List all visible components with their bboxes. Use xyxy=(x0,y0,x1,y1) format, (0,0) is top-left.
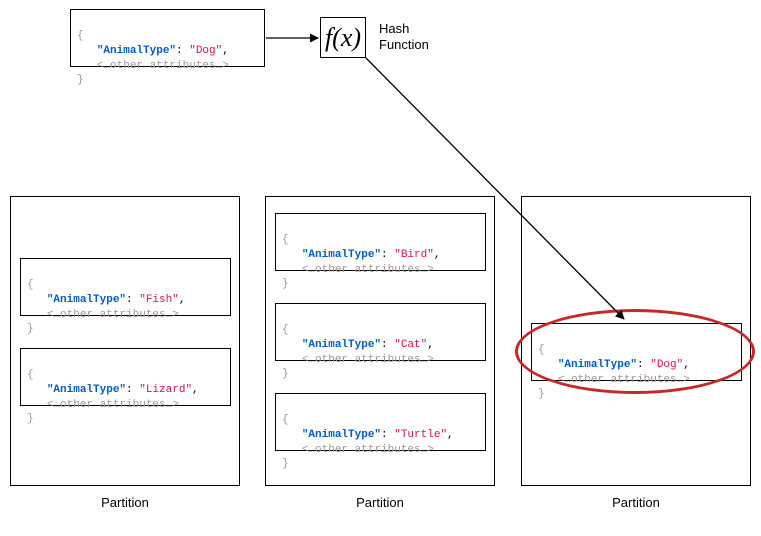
partition-3-label: Partition xyxy=(521,495,751,510)
input-key: "AnimalType" xyxy=(97,45,176,57)
highlight-ellipse xyxy=(515,309,755,394)
record-value: "Lizard" xyxy=(139,384,192,396)
partition-2: { "AnimalType": "Bird", <…other attribut… xyxy=(265,196,495,486)
input-record: { "AnimalType": "Dog", <…other attribute… xyxy=(70,9,265,67)
diagram-root: { "AnimalType": "Dog", <…other attribute… xyxy=(0,0,761,536)
input-other: <…other attributes…> xyxy=(97,60,229,72)
record-key: "AnimalType" xyxy=(302,249,381,261)
record-bird: { "AnimalType": "Bird", <…other attribut… xyxy=(275,213,486,271)
partition-1: { "AnimalType": "Fish", <…other attribut… xyxy=(10,196,240,486)
record-other: <…other attributes…> xyxy=(302,264,434,276)
record-other: <…other attributes…> xyxy=(47,399,179,411)
brace-open: { xyxy=(77,30,84,42)
record-value: "Turtle" xyxy=(394,429,447,441)
record-fish: { "AnimalType": "Fish", <…other attribut… xyxy=(20,258,231,316)
partition-2-label: Partition xyxy=(265,495,495,510)
record-key: "AnimalType" xyxy=(47,294,126,306)
record-key: "AnimalType" xyxy=(302,429,381,441)
record-other: <…other attributes…> xyxy=(302,444,434,456)
record-value: "Cat" xyxy=(394,339,427,351)
record-key: "AnimalType" xyxy=(302,339,381,351)
partition-1-label: Partition xyxy=(10,495,240,510)
record-turtle: { "AnimalType": "Turtle", <…other attrib… xyxy=(275,393,486,451)
record-value: "Fish" xyxy=(139,294,179,306)
hash-function-label: Hash Function xyxy=(379,21,439,52)
input-value: "Dog" xyxy=(189,45,222,57)
record-cat: { "AnimalType": "Cat", <…other attribute… xyxy=(275,303,486,361)
fx-symbol: f(x) xyxy=(325,23,361,53)
record-other: <…other attributes…> xyxy=(302,354,434,366)
hash-function-box: f(x) xyxy=(320,17,366,58)
record-other: <…other attributes…> xyxy=(47,309,179,321)
brace-close: } xyxy=(77,74,84,86)
record-key: "AnimalType" xyxy=(47,384,126,396)
record-value: "Bird" xyxy=(394,249,434,261)
record-lizard: { "AnimalType": "Lizard", <…other attrib… xyxy=(20,348,231,406)
